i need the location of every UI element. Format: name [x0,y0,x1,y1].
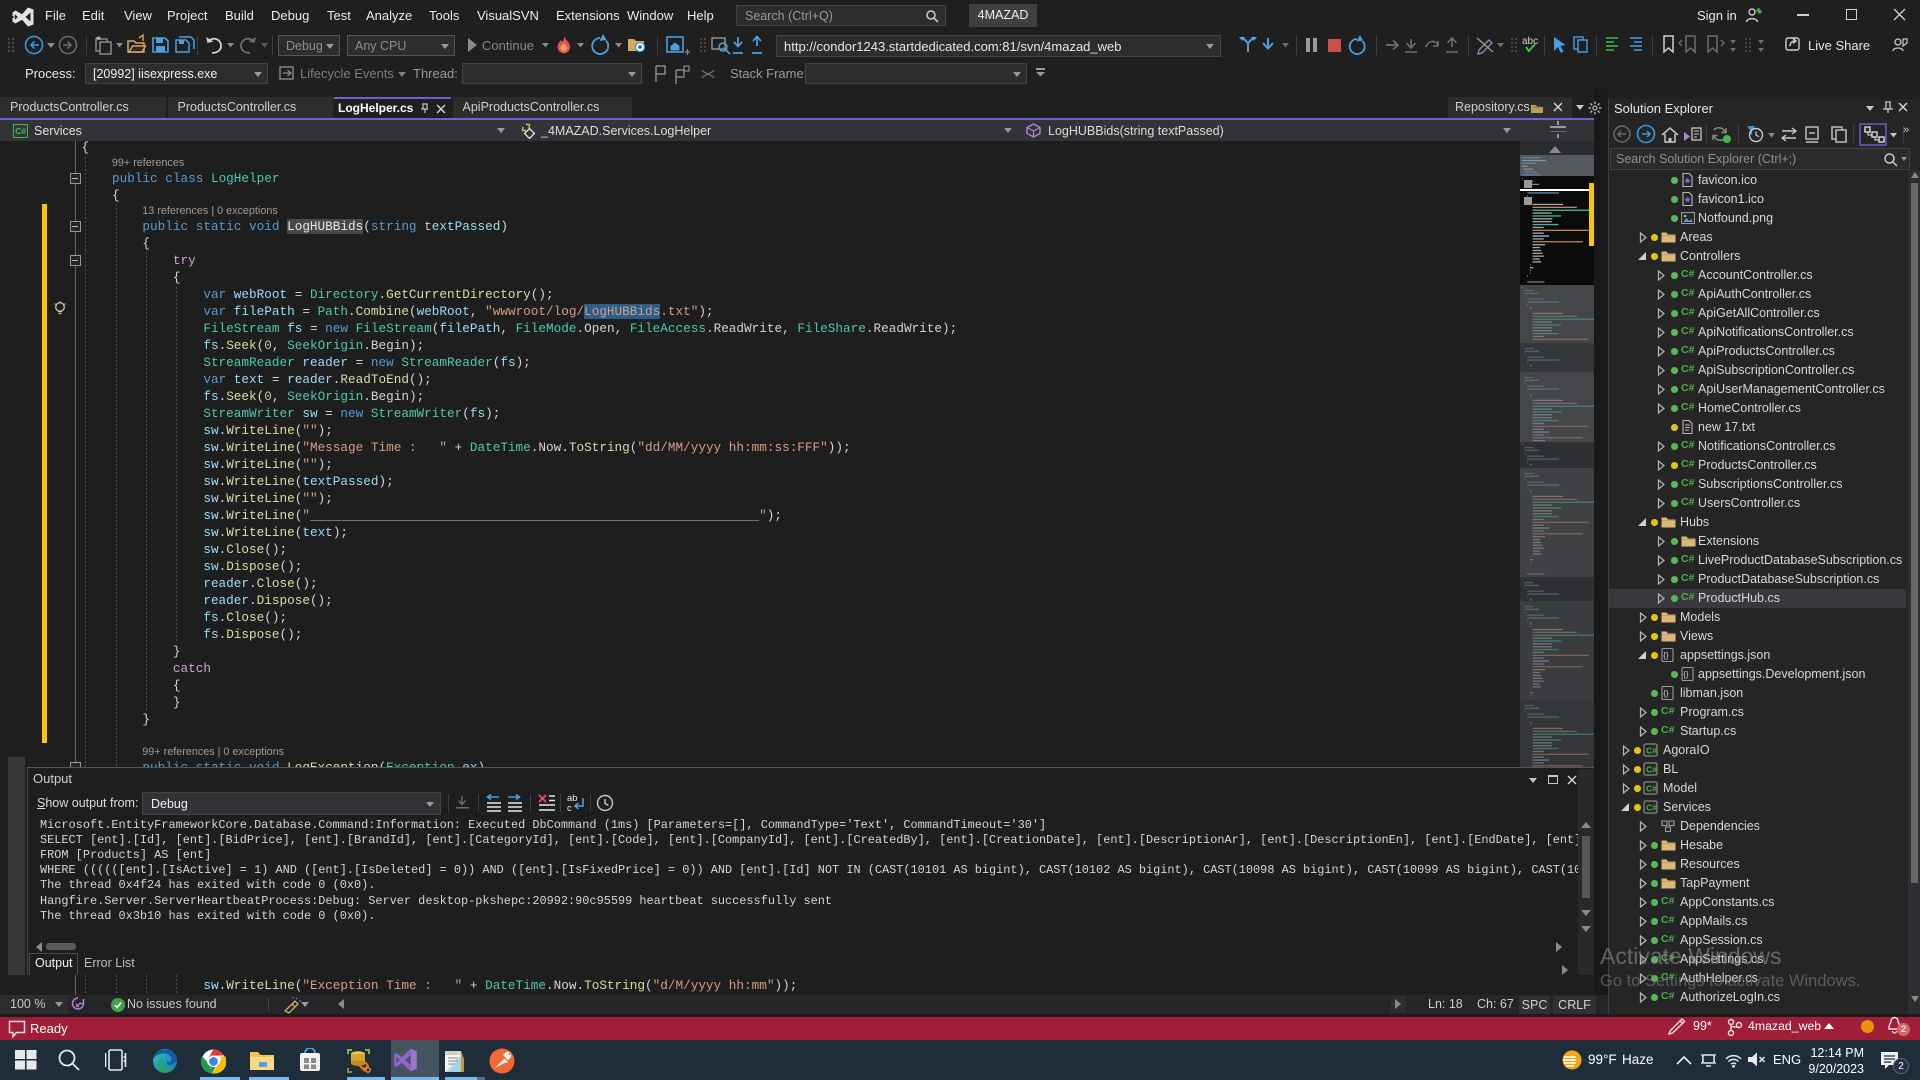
svg-text:Continue: Continue [482,38,534,53]
svg-text:{}: {} [1663,689,1669,698]
svg-text:Live Share: Live Share [1808,38,1870,53]
svg-text:C#: C# [1646,765,1657,775]
svg-text:{}: {} [1683,670,1689,679]
svg-text:C#: C# [1646,784,1657,794]
svg-text:{}: {} [1663,651,1669,660]
svg-text:C#: C# [1646,803,1657,813]
svg-text:c: c [567,803,572,814]
svg-text:C#: C# [1646,746,1657,756]
svg-text:abc: abc [1522,36,1538,47]
